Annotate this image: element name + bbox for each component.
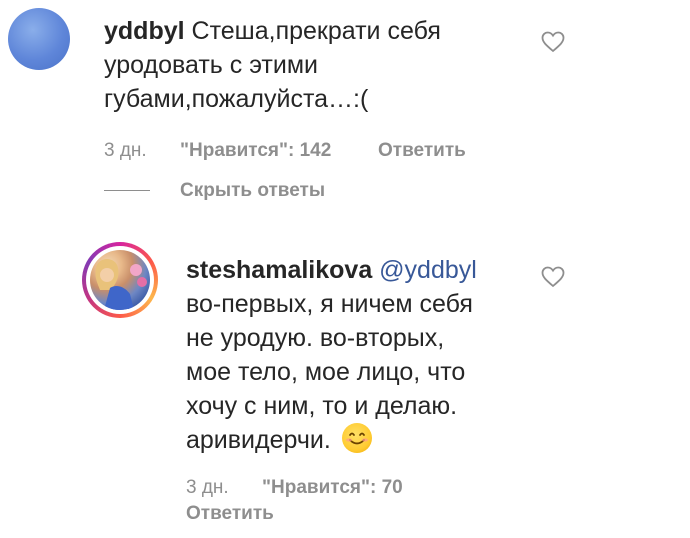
avatar-photo — [90, 250, 150, 310]
comment-username[interactable]: yddbyl — [104, 17, 185, 45]
avatar-photo-shapes — [95, 259, 147, 310]
divider — [104, 190, 150, 191]
reply-button[interactable]: Ответить — [186, 503, 274, 525]
comment-text-line: мое тело, мое лицо, что — [186, 358, 466, 386]
comment-meta: 3 дн. — [104, 140, 147, 162]
comment-time[interactable]: 3 дн. — [186, 477, 229, 498]
comment-text-line: Стеша,прекрати себя — [191, 17, 441, 45]
reply-button[interactable]: Ответить — [378, 140, 466, 162]
comment-text-line: во-первых, я ничем себя — [186, 290, 473, 318]
comment-meta: 3 дн. — [186, 477, 229, 499]
avatar-border — [86, 246, 154, 314]
comment-likes[interactable]: "Нравится": 142 — [180, 140, 331, 162]
comment-username[interactable]: steshamalikova — [186, 256, 372, 284]
mention-link[interactable]: @yddbyl — [379, 256, 477, 284]
comment-text-line: хочу с ним, то и делаю. — [186, 392, 458, 420]
comment-text-line: уродовать с этими — [104, 51, 318, 79]
avatar[interactable] — [8, 8, 70, 70]
comment-text: yddbyl Стеша,прекрати себя уродовать с э… — [104, 14, 524, 116]
avatar[interactable] — [82, 242, 158, 318]
comment-text-line: аривидерчи. — [186, 426, 331, 454]
comment-text: steshamalikova @yddbyl во-первых, я ниче… — [186, 253, 526, 457]
hide-replies-button[interactable]: Скрыть ответы — [180, 180, 325, 202]
comment-likes[interactable]: "Нравится": 70 — [262, 477, 403, 499]
comment-time[interactable]: 3 дн. — [104, 140, 147, 161]
comment-text-line: губами,пожалуйста…:( — [104, 85, 369, 113]
heart-icon[interactable] — [541, 266, 565, 288]
heart-icon[interactable] — [541, 31, 565, 53]
smiling-face-emoji-icon — [341, 423, 372, 453]
comment-text-line: не уродую. во-вторых, — [186, 324, 445, 352]
